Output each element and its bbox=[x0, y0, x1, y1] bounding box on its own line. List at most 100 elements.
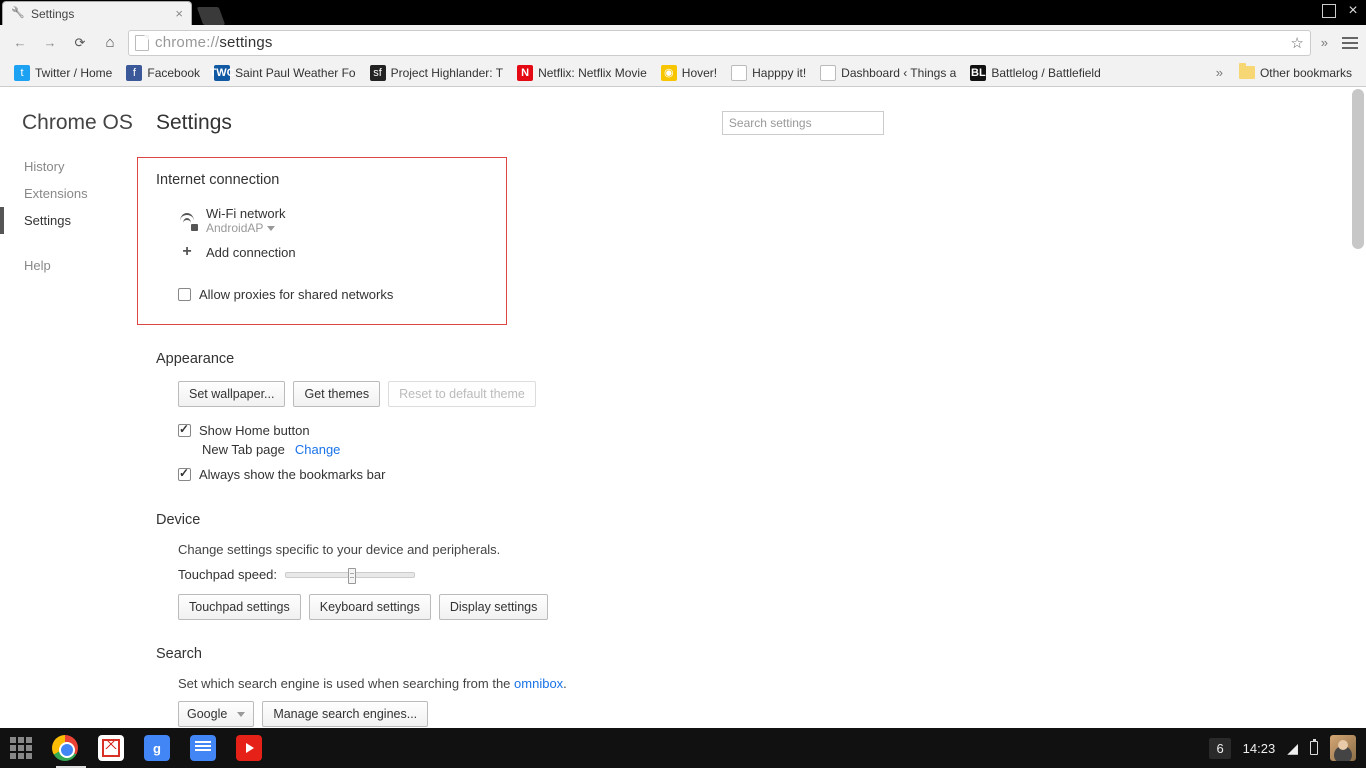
search-settings-input[interactable] bbox=[722, 111, 884, 135]
reload-button[interactable]: ⟳ bbox=[68, 31, 92, 55]
bookmark-weather[interactable]: TWCSaint Paul Weather Fo bbox=[208, 63, 362, 83]
page-icon bbox=[731, 65, 747, 81]
reset-theme-button: Reset to default theme bbox=[388, 381, 536, 407]
bookmarks-overflow-icon[interactable]: » bbox=[1212, 65, 1227, 80]
section-title: Device bbox=[156, 512, 880, 528]
always-bookmarks-label: Always show the bookmarks bar bbox=[199, 467, 385, 482]
close-tab-icon[interactable]: × bbox=[175, 6, 183, 21]
home-page-value: New Tab page bbox=[202, 442, 285, 457]
sidebar-item-extensions[interactable]: Extensions bbox=[0, 180, 140, 207]
change-home-link[interactable]: Change bbox=[295, 442, 341, 457]
keyboard-settings-button[interactable]: Keyboard settings bbox=[309, 594, 431, 620]
url-text: chrome://settings bbox=[155, 34, 273, 51]
clock: 14:23 bbox=[1243, 741, 1276, 756]
wifi-icon bbox=[178, 213, 196, 229]
notification-count-badge[interactable]: 6 bbox=[1209, 738, 1230, 759]
wifi-network-row[interactable]: Wi-Fi network AndroidAP bbox=[156, 202, 488, 239]
touchpad-speed-slider[interactable] bbox=[285, 572, 415, 578]
window-title-bar: Settings × × bbox=[0, 0, 1366, 25]
section-internet-connection: Internet connection Wi-Fi network Androi… bbox=[137, 157, 507, 325]
section-title: Search bbox=[156, 646, 880, 662]
wifi-name: AndroidAP bbox=[206, 221, 263, 235]
checkbox-checked-icon[interactable] bbox=[178, 468, 191, 481]
omnibox-link[interactable]: omnibox bbox=[514, 676, 563, 691]
folder-icon bbox=[1239, 66, 1255, 79]
device-description: Change settings specific to your device … bbox=[156, 542, 880, 557]
wrench-icon bbox=[11, 7, 25, 21]
home-button[interactable]: ⌂ bbox=[98, 31, 122, 55]
page-icon bbox=[135, 35, 149, 51]
system-tray[interactable]: 6 14:23 ◢ bbox=[1209, 735, 1356, 761]
proxy-label: Allow proxies for shared networks bbox=[199, 287, 393, 302]
show-home-label: Show Home button bbox=[199, 423, 310, 438]
bookmark-battlelog[interactable]: BLBattlelog / Battlefield bbox=[964, 63, 1106, 83]
omnibox[interactable]: chrome://settings ☆ bbox=[128, 30, 1311, 56]
proxy-checkbox-row[interactable]: Allow proxies for shared networks bbox=[156, 283, 488, 306]
add-connection-label: Add connection bbox=[206, 245, 296, 260]
page-title: Settings bbox=[156, 111, 232, 135]
forward-button[interactable]: → bbox=[38, 31, 62, 55]
browser-tab-settings[interactable]: Settings × bbox=[2, 1, 192, 25]
google-search-app-icon[interactable]: g bbox=[144, 735, 170, 761]
new-tab-button[interactable] bbox=[197, 7, 226, 25]
window-maximize-icon[interactable] bbox=[1322, 4, 1336, 18]
checkbox-checked-icon[interactable] bbox=[178, 424, 191, 437]
scrollbar-thumb[interactable] bbox=[1352, 89, 1364, 249]
add-connection-row[interactable]: + Add connection bbox=[156, 239, 488, 265]
bookmark-facebook[interactable]: fFacebook bbox=[120, 63, 206, 83]
plus-icon: + bbox=[178, 243, 196, 261]
docs-app-icon[interactable] bbox=[190, 735, 216, 761]
tab-title: Settings bbox=[31, 7, 74, 21]
section-title: Appearance bbox=[156, 351, 880, 367]
bookmark-highlander[interactable]: sfProject Highlander: T bbox=[364, 63, 510, 83]
other-bookmarks-folder[interactable]: Other bookmarks bbox=[1233, 64, 1358, 82]
sidebar-item-history[interactable]: History bbox=[0, 153, 140, 180]
wifi-label: Wi-Fi network bbox=[206, 206, 285, 221]
bookmark-dashboard[interactable]: Dashboard ‹ Things a bbox=[814, 63, 962, 83]
wifi-tray-icon: ◢ bbox=[1287, 740, 1298, 757]
bookmark-star-icon[interactable]: ☆ bbox=[1290, 34, 1303, 52]
netflix-icon: N bbox=[517, 65, 533, 81]
section-title: Internet connection bbox=[156, 172, 488, 188]
page-icon bbox=[820, 65, 836, 81]
youtube-app-icon[interactable] bbox=[236, 735, 262, 761]
section-appearance: Appearance Set wallpaper... Get themes R… bbox=[156, 351, 880, 486]
overflow-chevron-icon[interactable]: » bbox=[1317, 35, 1332, 50]
always-bookmarks-checkbox-row[interactable]: Always show the bookmarks bar bbox=[156, 463, 880, 486]
bookmark-hover[interactable]: ◉Hover! bbox=[655, 63, 723, 83]
chrome-app-icon[interactable] bbox=[52, 735, 78, 761]
twc-icon: TWC bbox=[214, 65, 230, 81]
sidebar-item-settings[interactable]: Settings bbox=[0, 207, 140, 234]
sf-icon: sf bbox=[370, 65, 386, 81]
checkbox-icon[interactable] bbox=[178, 288, 191, 301]
manage-search-engines-button[interactable]: Manage search engines... bbox=[262, 701, 428, 727]
bookmark-netflix[interactable]: NNetflix: Netflix Movie bbox=[511, 63, 653, 83]
search-engine-select[interactable]: Google bbox=[178, 701, 254, 727]
touchpad-speed-label: Touchpad speed: bbox=[178, 567, 277, 582]
twitter-icon: t bbox=[14, 65, 30, 81]
bookmark-twitter[interactable]: tTwitter / Home bbox=[8, 63, 118, 83]
section-device: Device Change settings specific to your … bbox=[156, 512, 880, 620]
display-settings-button[interactable]: Display settings bbox=[439, 594, 549, 620]
shelf: g 6 14:23 ◢ bbox=[0, 728, 1366, 768]
battlelog-icon: BL bbox=[970, 65, 986, 81]
set-wallpaper-button[interactable]: Set wallpaper... bbox=[178, 381, 285, 407]
chevron-down-icon bbox=[267, 226, 275, 231]
menu-icon[interactable] bbox=[1342, 36, 1358, 50]
sidebar-item-help[interactable]: Help bbox=[0, 252, 140, 279]
settings-sidebar: Chrome OS History Extensions Settings He… bbox=[0, 87, 140, 728]
window-close-icon[interactable]: × bbox=[1346, 4, 1360, 18]
battery-icon bbox=[1310, 741, 1318, 755]
bookmark-happpy[interactable]: Happpy it! bbox=[725, 63, 812, 83]
launcher-button[interactable] bbox=[10, 737, 32, 759]
os-title: Chrome OS bbox=[0, 111, 140, 153]
touchpad-settings-button[interactable]: Touchpad settings bbox=[178, 594, 301, 620]
hover-icon: ◉ bbox=[661, 65, 677, 81]
slider-thumb[interactable] bbox=[348, 568, 356, 584]
facebook-icon: f bbox=[126, 65, 142, 81]
show-home-checkbox-row[interactable]: Show Home button bbox=[156, 419, 880, 442]
get-themes-button[interactable]: Get themes bbox=[293, 381, 380, 407]
user-avatar[interactable] bbox=[1330, 735, 1356, 761]
back-button[interactable]: ← bbox=[8, 31, 32, 55]
gmail-app-icon[interactable] bbox=[98, 735, 124, 761]
